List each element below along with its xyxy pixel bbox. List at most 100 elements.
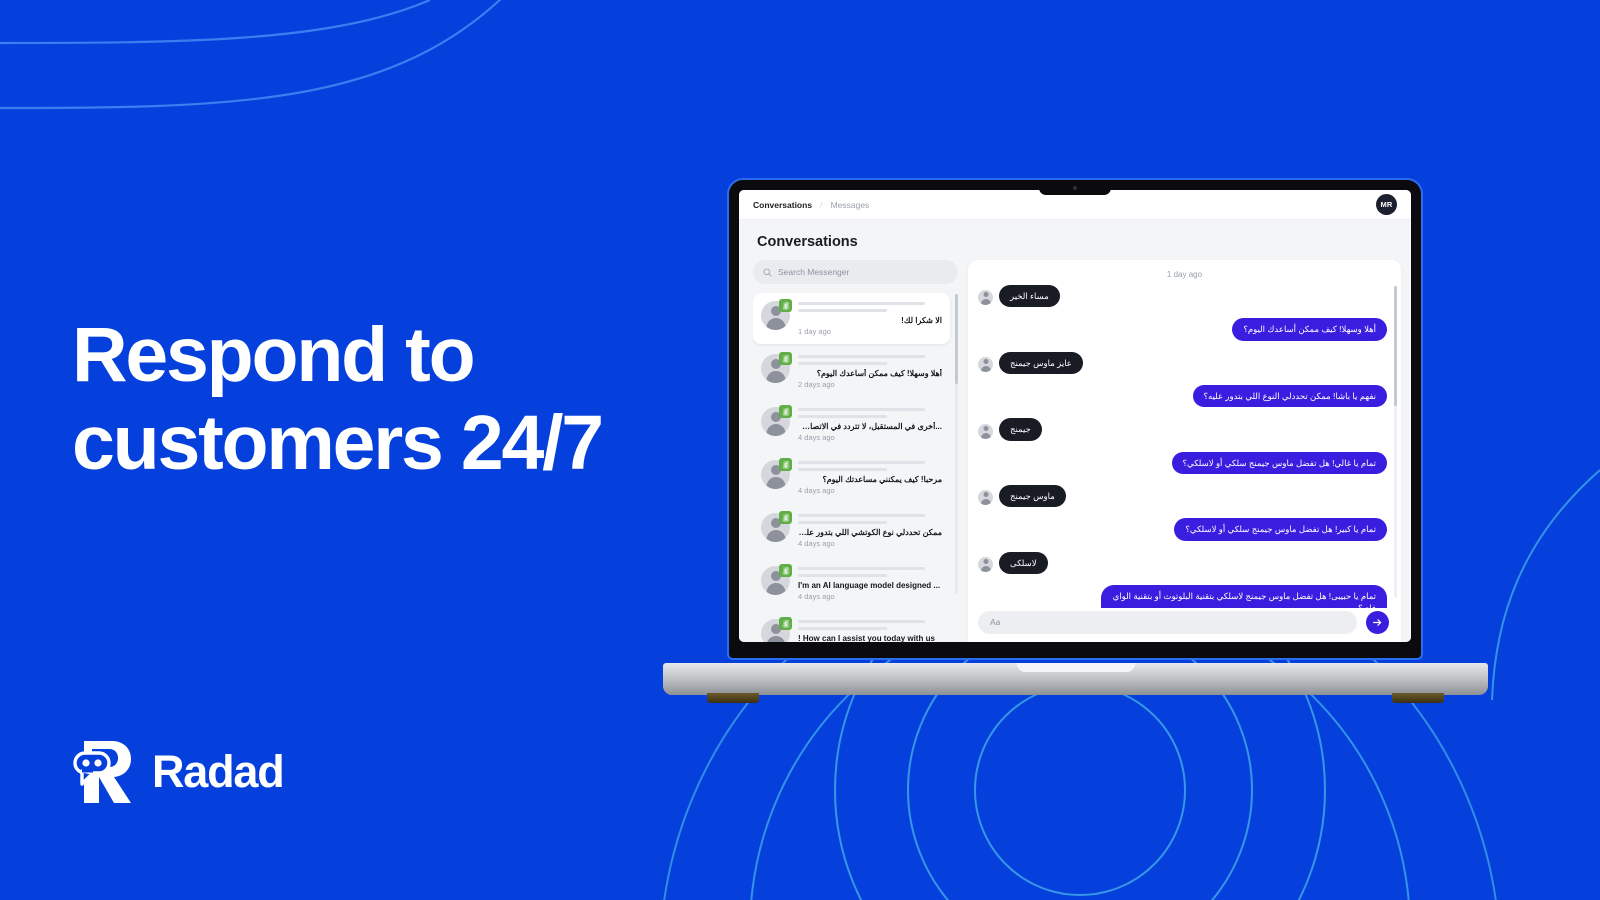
name-placeholder-bar xyxy=(798,620,925,623)
brand-name: Radad xyxy=(152,746,285,797)
conversation-list-pane: Search Messenger الا شكرا لك! 1 day ago أ… xyxy=(753,260,958,642)
message-bubble-outgoing: تمام يا غالي! هل تفضل ماوس جيمنج سلكي أو… xyxy=(1171,451,1387,474)
laptop-foot-left xyxy=(707,693,759,703)
shopify-badge xyxy=(779,352,792,365)
app-body: Conversations Search Messenger الا شكرا xyxy=(739,220,1411,642)
avatar xyxy=(761,405,792,436)
avatar xyxy=(761,352,792,383)
laptop-screen-bezel: Conversations / Messages MR Conversation… xyxy=(729,180,1421,658)
message-bubble-outgoing: تمام يا حبيبى! هل تفضل ماوس جيمنج لاسلكي… xyxy=(1100,584,1387,608)
chat-pane: 1 day ago مساء الخير أهلا وسهلا! كيف ممكن… xyxy=(968,260,1401,642)
shopify-badge xyxy=(779,617,792,630)
conversation-list-item[interactable]: I'm an AI language model designed ... 4 d… xyxy=(753,558,950,609)
avatar xyxy=(761,511,792,542)
message-bubble-incoming: جيمنج xyxy=(999,418,1042,441)
radad-robot-r-logo-icon xyxy=(73,741,131,803)
name-placeholder-bar xyxy=(798,461,925,464)
message-row: تمام يا غالي! هل تفضل ماوس جيمنج سلكي أو… xyxy=(978,451,1387,474)
laptop-notch xyxy=(1039,180,1111,195)
shopify-badge xyxy=(779,564,792,577)
conversation-snippet: I'm an AI language model designed ... xyxy=(798,581,941,590)
message-thread[interactable]: مساء الخير أهلا وسهلا! كيف ممكن أساعدك ال… xyxy=(968,285,1401,608)
conversation-list-item[interactable]: أهلا وسهلا! كيف ممكن أساعدك اليوم؟ 2 days… xyxy=(753,346,950,397)
conversation-list[interactable]: الا شكرا لك! 1 day ago أهلا وسهلا! كيف مم… xyxy=(753,293,958,642)
conversation-text: I'm an AI language model designed ... 4 d… xyxy=(798,566,942,601)
arrow-right-icon xyxy=(1372,618,1382,626)
page-title: Conversations xyxy=(757,234,858,250)
chat-scrollbar[interactable] xyxy=(1394,286,1397,598)
conversation-timestamp: 1 day ago xyxy=(798,327,831,336)
panes: Search Messenger الا شكرا لك! 1 day ago أ… xyxy=(739,260,1411,642)
shopify-icon xyxy=(781,566,790,575)
name-placeholder-bar xyxy=(798,362,888,365)
conversation-text: الا شكرا لك! 1 day ago xyxy=(798,301,942,336)
message-row: ماوس جيمنج xyxy=(978,484,1387,508)
conversation-list-scrollbar[interactable] xyxy=(955,294,958,594)
search-input[interactable]: Search Messenger xyxy=(753,260,958,284)
conversation-text: ...أخرى في المستقبل، لا تتردد في الاتصال… xyxy=(798,407,942,442)
breadcrumb-separator: / xyxy=(820,199,823,210)
shopify-icon xyxy=(781,407,790,416)
message-bubble-outgoing: نفهم يا باشا! ممكن تحددلي النوع اللي بتد… xyxy=(1192,384,1387,408)
conversation-text: أهلا وسهلا! كيف ممكن أساعدك اليوم؟ 2 days… xyxy=(798,354,942,389)
message-bubble-outgoing: تمام يا كبير! هل تفضل ماوس جيمنج سلكي أو… xyxy=(1174,518,1387,541)
conversation-list-item[interactable]: ! How can I assist you today with us xyxy=(753,611,950,642)
message-bubble-incoming: ماوس جيمنج xyxy=(999,484,1066,508)
conversation-text: ! How can I assist you today with us xyxy=(798,619,942,642)
send-button[interactable] xyxy=(1366,610,1389,634)
name-placeholder-bar xyxy=(798,567,925,570)
hero-headline-line-2: customers 24/7 xyxy=(72,399,604,486)
shopify-icon xyxy=(781,513,790,522)
conversation-snippet: ...أخرى في المستقبل، لا تتردد في الاتصال… xyxy=(798,422,942,431)
name-placeholder-bar xyxy=(798,415,888,418)
conversation-snippet: ! How can I assist you today with us xyxy=(798,634,935,642)
name-placeholder-bar xyxy=(798,574,888,577)
message-row: لاسلكى xyxy=(978,551,1387,574)
message-row: تمام يا كبير! هل تفضل ماوس جيمنج سلكي أو… xyxy=(978,518,1387,541)
breadcrumb-parent[interactable]: Conversations xyxy=(753,200,812,210)
laptop-mockup: Conversations / Messages MR Conversation… xyxy=(663,180,1488,703)
name-placeholder-bar xyxy=(798,309,888,312)
message-row: مساء الخير xyxy=(978,285,1387,308)
shopify-icon xyxy=(781,301,790,310)
shopify-badge xyxy=(779,299,792,312)
name-placeholder-bar xyxy=(798,302,925,305)
message-row: نفهم يا باشا! ممكن تحددلي النوع اللي بتد… xyxy=(978,384,1387,408)
message-row: تمام يا حبيبى! هل تفضل ماوس جيمنج لاسلكي… xyxy=(978,584,1387,608)
message-composer: Aa xyxy=(968,608,1401,642)
conversation-list-item[interactable]: الا شكرا لك! 1 day ago xyxy=(753,293,950,344)
avatar xyxy=(978,556,993,572)
conversation-text: مرحبا! كيف يمكنني مساعدتك اليوم؟ 4 days a… xyxy=(798,460,942,495)
avatar xyxy=(978,290,993,306)
avatar xyxy=(978,423,993,439)
chat-day-divider: 1 day ago xyxy=(1166,270,1203,279)
avatar xyxy=(761,617,792,642)
conversation-list-item[interactable]: مرحبا! كيف يمكنني مساعدتك اليوم؟ 4 days a… xyxy=(753,452,950,503)
message-input[interactable]: Aa xyxy=(978,610,1357,634)
avatar xyxy=(761,299,792,330)
shopify-badge xyxy=(779,405,792,418)
message-bubble-incoming: عايز ماوس جيمنج xyxy=(999,351,1083,374)
message-bubble-incoming: مساء الخير xyxy=(999,285,1060,308)
shopify-icon xyxy=(781,460,790,469)
shopify-icon xyxy=(781,354,790,363)
name-placeholder-bar xyxy=(798,468,888,471)
user-avatar[interactable]: MR xyxy=(1376,194,1397,215)
shopify-icon xyxy=(781,619,790,628)
conversation-timestamp: 4 days ago xyxy=(798,592,835,601)
name-placeholder-bar xyxy=(798,514,925,517)
avatar xyxy=(978,356,993,372)
name-placeholder-bar xyxy=(798,408,925,411)
conversation-list-item[interactable]: ...أخرى في المستقبل، لا تتردد في الاتصال… xyxy=(753,399,950,450)
message-input-placeholder: Aa xyxy=(990,617,1001,627)
breadcrumb-current[interactable]: Messages xyxy=(831,200,870,210)
avatar xyxy=(761,458,792,489)
conversation-text: ممكن تحددلي نوع الكوتشي اللي بتدور عليه؟… xyxy=(798,513,942,548)
conversation-timestamp: 4 days ago xyxy=(798,486,835,495)
app-screen: Conversations / Messages MR Conversation… xyxy=(739,190,1411,642)
shopify-badge xyxy=(779,511,792,524)
conversation-list-item[interactable]: ممكن تحددلي نوع الكوتشي اللي بتدور عليه؟… xyxy=(753,505,950,556)
conversation-snippet: مرحبا! كيف يمكنني مساعدتك اليوم؟ xyxy=(822,475,942,484)
search-placeholder: Search Messenger xyxy=(778,267,850,277)
message-row: جيمنج xyxy=(978,418,1387,441)
